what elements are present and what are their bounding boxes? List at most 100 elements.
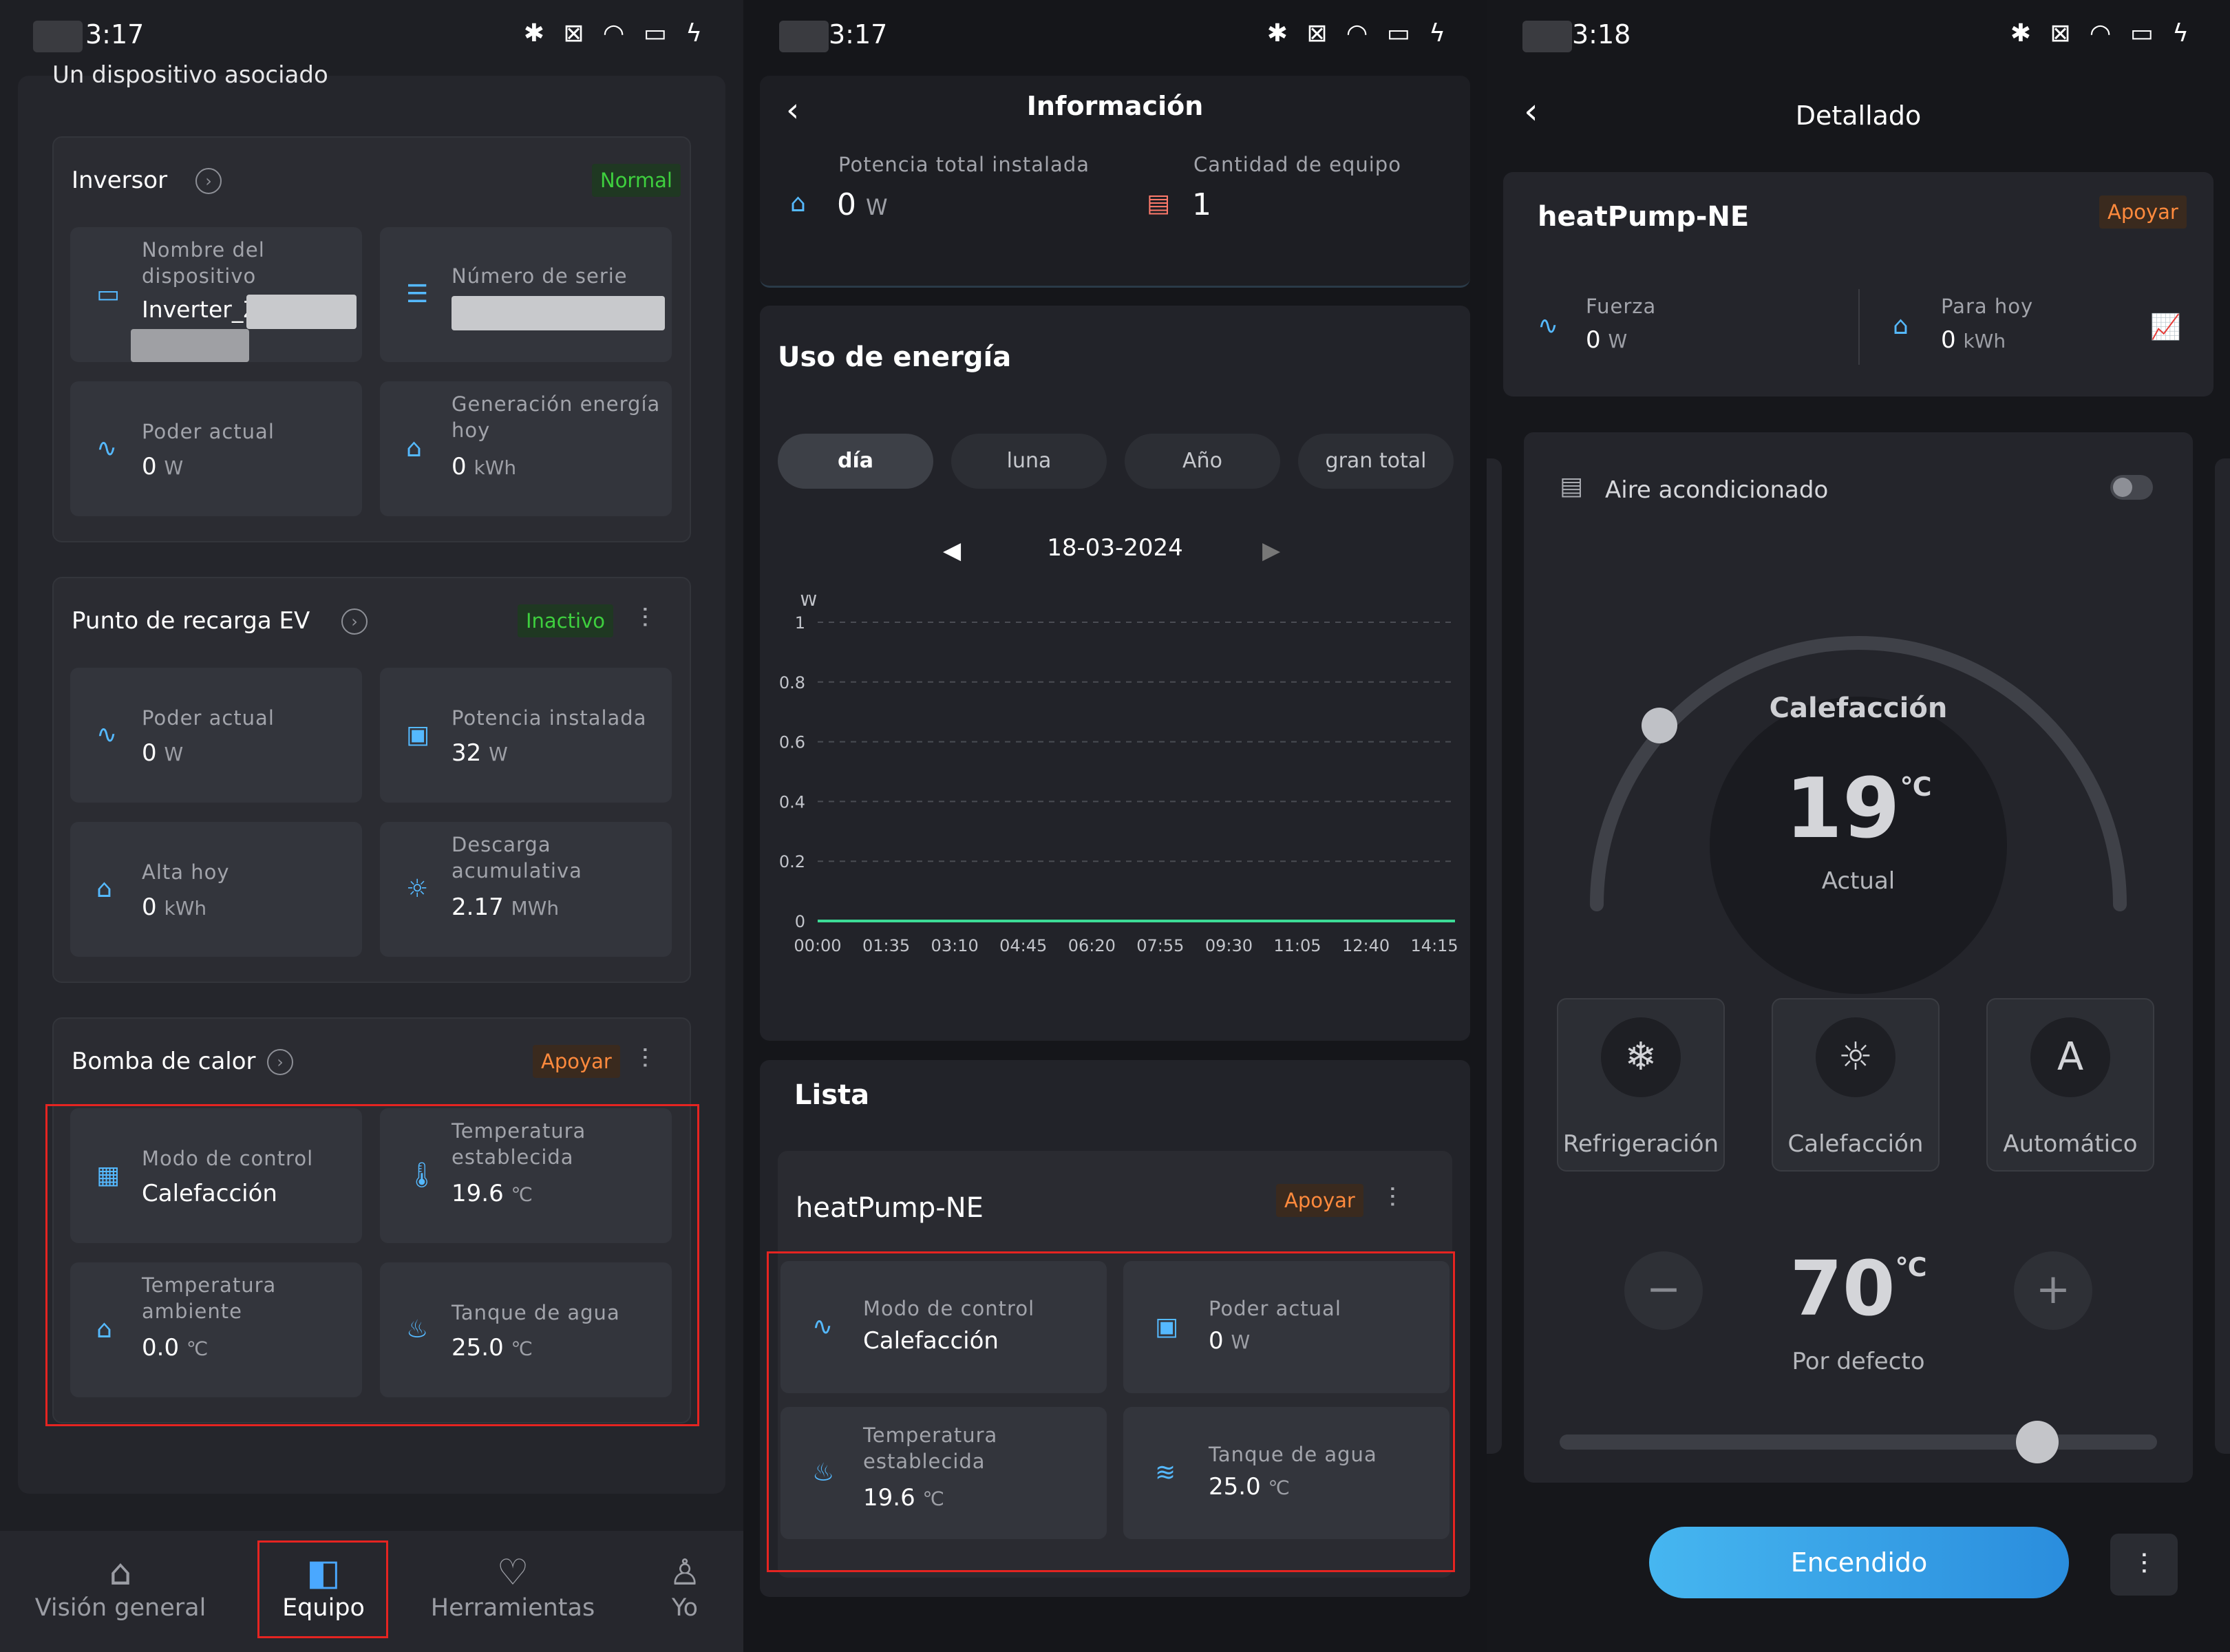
- increase-button[interactable]: +: [2014, 1251, 2092, 1330]
- y-tick-label: 0.8: [779, 673, 805, 692]
- nav-tools[interactable]: ♡ Herramientas: [420, 1552, 606, 1622]
- info-summary-card: ‹ Información Potencia total instalada ⌂…: [760, 76, 1470, 288]
- status-time: 3:18: [1572, 19, 1631, 50]
- accumulated-tile: ☼ Descarga acumulativa 2.17 MWh: [380, 822, 672, 957]
- tab-total[interactable]: gran total: [1298, 434, 1454, 489]
- mode-auto-button[interactable]: A Automático: [1986, 998, 2154, 1172]
- next-date-icon[interactable]: ▶: [1262, 537, 1280, 564]
- solar-icon: ⌂: [406, 434, 422, 463]
- installed-power-tile: ▣ Potencia instalada 32 W: [380, 668, 672, 803]
- prev-card-edge: [1487, 458, 1502, 1454]
- auto-icon: A: [2030, 1017, 2110, 1097]
- redacted-region: [131, 329, 249, 362]
- pulse-icon: ∿: [96, 721, 118, 749]
- temperature-slider[interactable]: [1560, 1421, 2157, 1463]
- x-tick-label: 09:30: [1205, 936, 1253, 955]
- y-tick-label: 0: [795, 912, 805, 931]
- mode-heat-button[interactable]: ☼ Calefacción: [1772, 998, 1940, 1172]
- status-badge: Apoyar: [2099, 195, 2187, 229]
- tab-year[interactable]: Año: [1125, 434, 1280, 489]
- device-summary-card: heatPump-NE Apoyar ∿ Fuerza 0 W ⌂ Para h…: [1503, 172, 2213, 396]
- serial-label: Número de serie: [452, 264, 628, 288]
- ev-charger-card[interactable]: Punto de recarga EV › Inactivo ⫶ ∿ Poder…: [52, 577, 691, 983]
- status-time: 3:17: [85, 19, 145, 50]
- ac-toggle[interactable]: [2110, 475, 2153, 500]
- accumulated-value: 2.17 MWh: [452, 893, 560, 921]
- device-stack-icon: ▤: [1147, 189, 1171, 218]
- device-name-value: Inverter_Z: [142, 296, 259, 323]
- device-name: heatPump-NE: [1538, 201, 1750, 233]
- y-tick-label: 0.4: [779, 792, 805, 812]
- device-name-tile: ▭ Nombre del dispositivo Inverter_Z: [70, 227, 362, 362]
- x-tick-label: 07:55: [1136, 936, 1184, 955]
- settings-sliders-icon[interactable]: ⫶: [641, 1044, 648, 1075]
- status-time: 3:17: [829, 19, 888, 50]
- status-icons: ✱ ⊠ ◠ ▭ ϟ: [1266, 19, 1451, 47]
- inverter-card[interactable]: Inversor › Normal ▭ Nombre del dispositi…: [52, 136, 691, 542]
- page-title: Información: [1026, 91, 1204, 121]
- chart-icon[interactable]: 📈: [2150, 313, 2181, 341]
- qty-value: 1: [1192, 187, 1211, 222]
- power-label: Poder actual: [142, 420, 275, 443]
- solar-icon: ⌂: [96, 875, 112, 903]
- next-card-edge: [2215, 458, 2230, 1454]
- chevron-right-icon[interactable]: ›: [341, 608, 368, 635]
- power-label: Poder actual: [142, 706, 275, 730]
- pulse-icon: ∿: [96, 434, 118, 463]
- nav-me[interactable]: ♙ Yo: [633, 1552, 736, 1622]
- today-label: Alta hoy: [142, 860, 230, 884]
- inverter-title: Inversor: [72, 167, 168, 194]
- generation-value: 0 kWh: [452, 453, 517, 480]
- mode-cool-button[interactable]: ❄ Refrigeración: [1557, 998, 1725, 1172]
- nav-overview[interactable]: ⌂ Visión general: [14, 1552, 227, 1622]
- status-bar: 3:17 ✱ ⊠ ◠ ▭ ϟ: [743, 0, 1487, 76]
- redacted-region: [452, 296, 665, 330]
- user-icon: ♙: [668, 1552, 701, 1593]
- blurred-region: [33, 21, 83, 52]
- power-button[interactable]: Encendido: [1649, 1527, 2069, 1598]
- chevron-right-icon[interactable]: ›: [195, 168, 222, 194]
- today-value: 0 kWh: [142, 893, 207, 921]
- y-axis-label: W: [800, 595, 818, 611]
- dial-temp: 19℃: [1785, 761, 1932, 857]
- divider: [1858, 289, 1860, 365]
- status-badge: Normal: [592, 164, 681, 197]
- list-title: Lista: [794, 1079, 870, 1111]
- list-icon: ☰: [406, 280, 429, 308]
- device-name-label: Nombre del dispositivo: [142, 238, 265, 288]
- accumulated-label: Descarga acumulativa: [452, 833, 582, 882]
- highlight-box: [767, 1251, 1455, 1572]
- status-badge: Apoyar: [533, 1045, 620, 1078]
- power-tile: ∿ Poder actual 0 W: [70, 668, 362, 803]
- tab-month[interactable]: luna: [951, 434, 1107, 489]
- set-caption: Por defecto: [1792, 1348, 1925, 1375]
- installed-value: 32 W: [452, 739, 508, 767]
- detail-screen: 3:18 ✱ ⊠ ◠ ▭ ϟ ‹ Detallado heatPump-NE A…: [1487, 0, 2230, 1652]
- settings-sliders-icon[interactable]: ⫶: [2110, 1534, 2178, 1596]
- heart-icon: ♡: [496, 1552, 529, 1593]
- tab-day[interactable]: día: [778, 434, 933, 489]
- y-tick-label: 0.2: [779, 852, 805, 871]
- snowflake-icon: ❄: [1601, 1017, 1681, 1097]
- installed-value: 0 W: [837, 187, 888, 222]
- page-title: Detallado: [1795, 100, 1922, 131]
- chevron-right-icon[interactable]: ›: [267, 1049, 293, 1075]
- x-tick-label: 03:10: [931, 936, 979, 955]
- serial-number-tile: ☰ Número de serie: [380, 227, 672, 362]
- date-label: 18-03-2024: [1047, 534, 1183, 562]
- y-tick-label: 0.6: [779, 733, 805, 752]
- ev-title: Punto de recarga EV: [72, 607, 310, 635]
- redacted-region: [246, 295, 357, 329]
- device-icon: ▭: [96, 280, 120, 308]
- today-tile: ⌂ Alta hoy 0 kWh: [70, 822, 362, 957]
- dial-caption: Actual: [1821, 867, 1895, 895]
- solar-icon: ⌂: [1893, 312, 1909, 340]
- information-screen: 3:17 ✱ ⊠ ◠ ▭ ϟ ‹ Información Potencia to…: [743, 0, 1487, 1652]
- slider-handle[interactable]: [2016, 1421, 2059, 1463]
- energy-title: Uso de energía: [778, 341, 1012, 373]
- sun-icon: ☼: [1816, 1017, 1895, 1097]
- x-tick-label: 12:40: [1342, 936, 1390, 955]
- settings-sliders-icon[interactable]: ⫶: [641, 603, 648, 635]
- settings-sliders-icon[interactable]: ⫶: [1389, 1183, 1396, 1214]
- set-temp: 70℃: [1790, 1245, 1927, 1333]
